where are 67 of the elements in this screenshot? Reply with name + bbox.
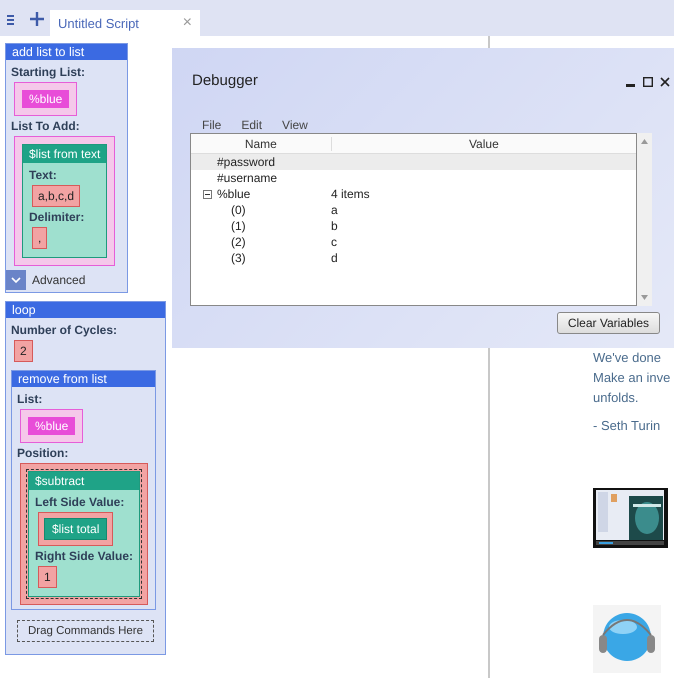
maximize-icon[interactable] [643, 76, 653, 86]
article-signature: - Seth Turin [593, 418, 662, 433]
variable-name: #password [217, 155, 276, 169]
command-title: remove from list [12, 371, 155, 387]
command-title: add list to list [6, 44, 127, 60]
variable-name: #username [217, 171, 278, 185]
variable-name: (2) [231, 235, 246, 249]
command-title: loop [6, 302, 165, 318]
menu-item[interactable]: Edit [241, 118, 262, 132]
menu-item[interactable]: View [282, 118, 308, 132]
variable-name: (0) [231, 203, 246, 217]
number-slot[interactable]: $subtract Left Side Value: $list total Right Side Value: 1 [20, 463, 148, 605]
variable-value: a [331, 203, 338, 217]
add-icon[interactable] [30, 12, 44, 26]
tab-label: Untitled Script [58, 16, 139, 30]
parameter-label: Number of Cycles: [11, 323, 118, 337]
variable-value: b [331, 219, 338, 233]
script-tab[interactable]: Untitled Script × [50, 10, 200, 36]
parameter-label: Position: [17, 446, 70, 460]
table-row[interactable]: #password [191, 154, 636, 170]
variable-value: d [331, 251, 338, 265]
table-row[interactable]: (3) d [191, 250, 636, 266]
close-icon[interactable] [660, 76, 670, 86]
function-title: $list from text [23, 145, 106, 163]
variable-name: %blue [217, 187, 250, 201]
mascot-icon [593, 605, 661, 673]
value-field[interactable]: 1 [38, 566, 57, 588]
value-field[interactable]: 2 [14, 340, 33, 362]
table-row[interactable]: %blue 4 items [191, 186, 636, 202]
variable-name: (1) [231, 219, 246, 233]
menu-item[interactable]: File [202, 118, 222, 132]
command-block[interactable]: add list to list Starting List: %blue List To Add: $list from text Text: a,b,c,d Delimiter: , Advanced [5, 43, 128, 293]
variable-name: (3) [231, 251, 246, 265]
parameter-label: List: [17, 392, 44, 406]
window-title: Debugger [192, 72, 258, 88]
value-field[interactable]: a,b,c,d [32, 185, 80, 207]
variable-value: 4 items [331, 187, 370, 201]
advanced-label[interactable]: Advanced [32, 273, 86, 287]
collapse-icon[interactable] [203, 190, 212, 198]
parameter-label: Delimiter: [29, 210, 86, 224]
column-header[interactable]: Name [191, 136, 332, 150]
table-row[interactable]: (1) b [191, 218, 636, 234]
loop-block[interactable]: loop Number of Cycles: 2 remove from list List: %blue Position: $subtract Left Side Value: $list total Right Side Value: 1 Drag Commands Here [5, 301, 166, 655]
clear-variables-button[interactable]: Clear Variables [556, 312, 660, 334]
parameter-label: Left Side Value: [35, 495, 126, 509]
parameter-label: List To Add: [11, 119, 81, 133]
list-slot[interactable]: $list from text Text: a,b,c,d Delimiter: , [14, 136, 116, 266]
article-text: Make an inve [593, 369, 672, 387]
article-text: unfolds. [593, 389, 640, 407]
parameter-label: Text: [29, 168, 58, 182]
function-block[interactable]: $subtract Left Side Value: $list total Right Side Value: 1 [28, 471, 140, 597]
article-text: We've done [593, 349, 662, 367]
expand-toggle[interactable] [6, 270, 26, 290]
command-block[interactable]: remove from list List: %blue Position: $subtract Left Side Value: $list total Right Side Value: 1 [11, 370, 156, 610]
function-block[interactable]: $list from text Text: a,b,c,d Delimiter: , [22, 144, 108, 258]
column-header[interactable]: Value [332, 136, 636, 150]
parameter-label: Starting List: [11, 65, 86, 79]
table-row[interactable]: (2) c [191, 234, 636, 250]
table-row[interactable]: (0) a [191, 202, 636, 218]
function-title: $subtract [29, 472, 140, 490]
value-field[interactable]: , [32, 227, 48, 249]
chevron-icon [11, 276, 21, 284]
menu-icon[interactable] [6, 14, 16, 26]
variable-value: c [331, 235, 337, 249]
drop-zone[interactable]: Drag Commands Here [17, 620, 154, 642]
parameter-label: Right Side Value: [35, 549, 134, 563]
table-row[interactable]: #username [191, 170, 636, 186]
